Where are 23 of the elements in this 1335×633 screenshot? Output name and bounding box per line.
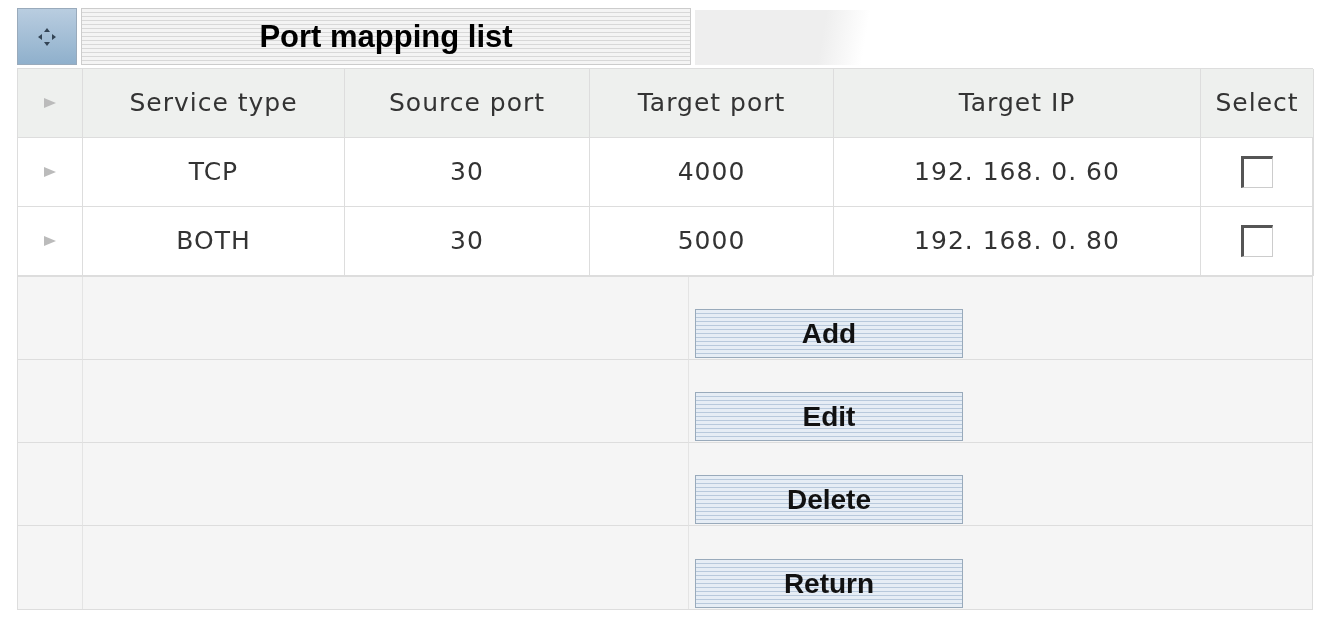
action-button[interactable]: Return xyxy=(695,559,963,608)
column-header: Target port xyxy=(637,87,786,120)
table-cell-text: 4000 xyxy=(677,156,746,189)
column-header: Service type xyxy=(129,87,298,120)
action-button[interactable]: Add xyxy=(695,309,963,358)
column-header: Select xyxy=(1215,87,1299,120)
table-cell-text: 30 xyxy=(450,156,484,189)
action-button[interactable]: Edit xyxy=(695,392,963,441)
table-cell-text: 30 xyxy=(450,225,484,258)
column-header: Source port xyxy=(388,87,546,120)
table-cell-text: TCP xyxy=(188,156,239,189)
row-pointer-icon xyxy=(43,234,57,248)
action-button[interactable]: Delete xyxy=(695,475,963,524)
table-cell-text: 5000 xyxy=(677,225,746,258)
checkbox[interactable] xyxy=(1241,225,1273,257)
table-cell-text: 192. 168. 0. 60 xyxy=(914,156,1120,189)
row-pointer-icon xyxy=(43,96,57,110)
checkbox[interactable] xyxy=(1241,156,1273,188)
row-pointer-icon xyxy=(43,165,57,179)
panel-title: Port mapping list xyxy=(81,8,691,65)
column-header: Target IP xyxy=(958,87,1076,120)
table-cell-text: BOTH xyxy=(176,225,251,258)
table-cell-text: 192. 168. 0. 80 xyxy=(914,225,1120,258)
